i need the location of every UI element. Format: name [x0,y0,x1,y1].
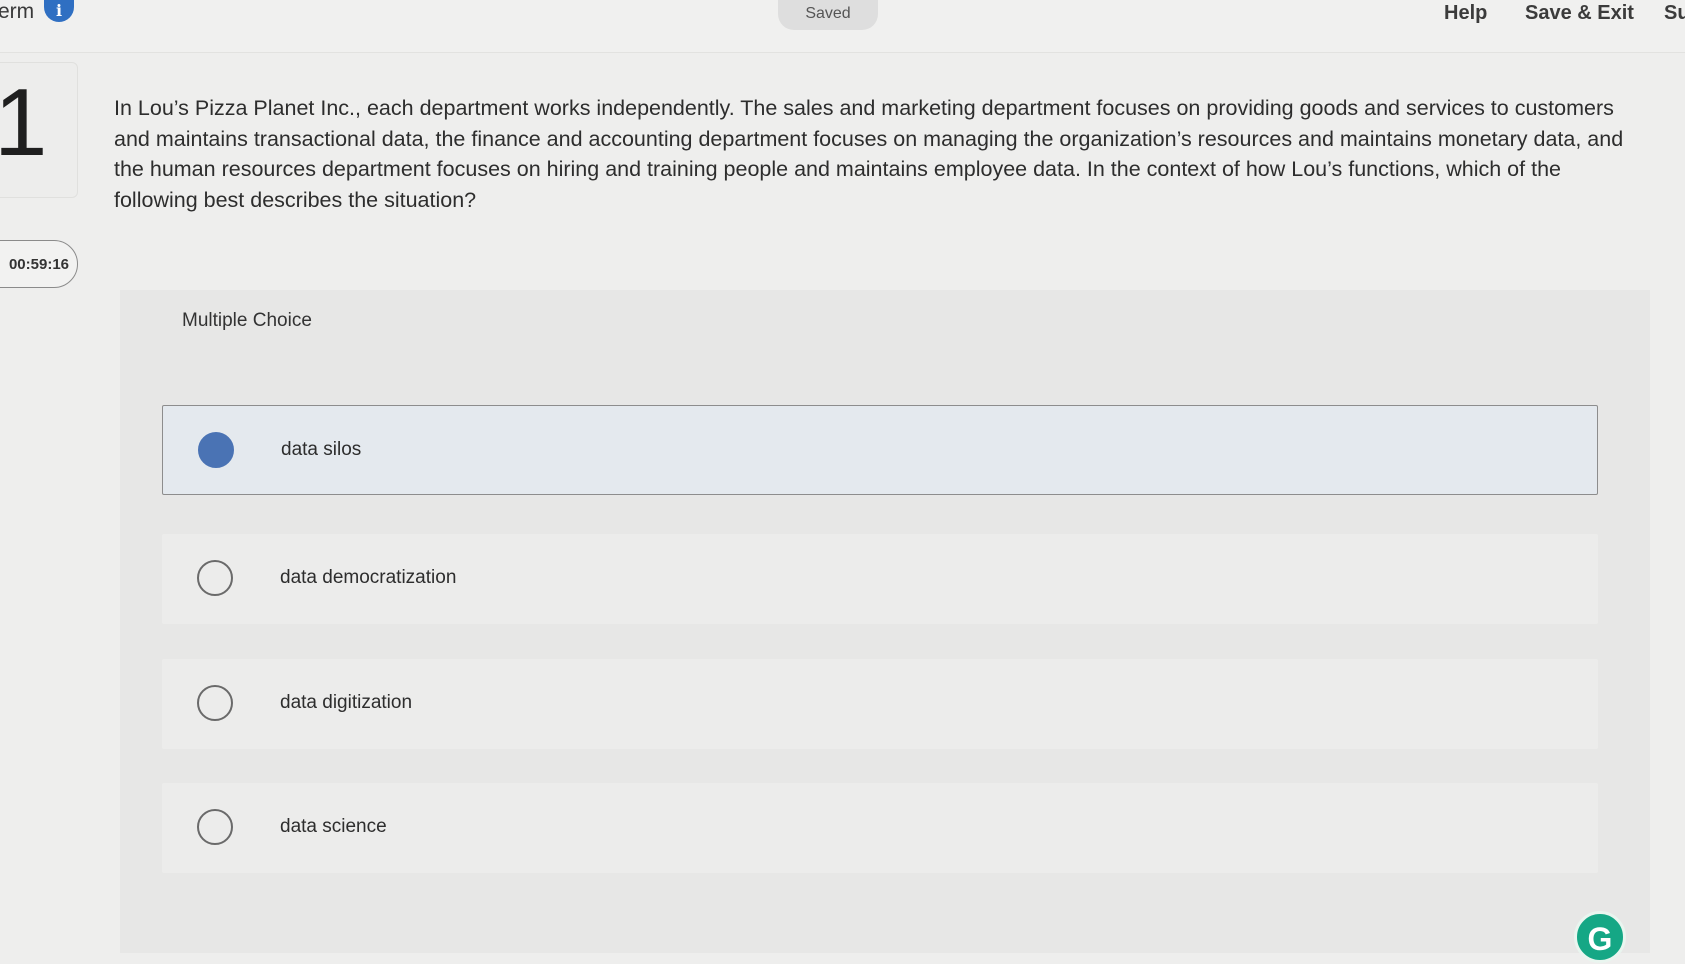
term-label: erm [0,0,35,23]
radio-selected-icon[interactable] [198,432,234,468]
save-exit-link[interactable]: Save & Exit [1525,2,1634,25]
radio-unselected-icon[interactable] [197,560,233,596]
answer-option-label: data democratization [280,567,457,588]
submit-link[interactable]: Su [1664,2,1685,25]
answer-option-label: data silos [281,439,362,460]
answer-option-data-silos[interactable]: data silos [162,405,1598,495]
answer-option-data-digitization[interactable]: data digitization [162,659,1598,749]
grammarly-icon[interactable]: G [1574,911,1626,963]
answer-option-data-science[interactable]: data science [162,783,1598,873]
answer-option-label: data science [280,816,387,837]
radio-unselected-icon[interactable] [197,809,233,845]
info-icon[interactable]: i [44,0,74,22]
top-bar: erm i Saved Help Save & Exit Su [0,0,1685,53]
saved-status-badge: Saved [778,0,878,30]
question-number: 1 [0,69,48,176]
timer[interactable]: 00:59:16 [0,240,78,288]
answer-option-data-democratization[interactable]: data democratization [162,534,1598,624]
help-link[interactable]: Help [1444,2,1487,25]
radio-unselected-icon[interactable] [197,685,233,721]
answer-option-label: data digitization [280,692,413,713]
question-prompt: In Lou’s Pizza Planet Inc., each departm… [114,96,1624,212]
question-type-label: Multiple Choice [182,310,312,331]
